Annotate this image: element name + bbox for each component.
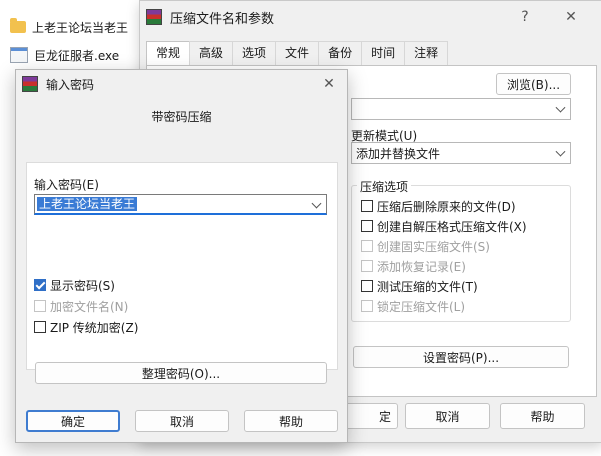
desktop-item-label: 巨龙征服者.exe <box>34 48 120 63</box>
password-input[interactable]: 上老王论坛当老王 <box>34 194 327 215</box>
desktop-item-exe[interactable]: 巨龙征服者.exe <box>10 44 119 66</box>
cancel-button[interactable]: 取消 <box>405 403 490 429</box>
checkbox-label: ZIP 传统加密(Z) <box>50 320 139 335</box>
chevron-down-icon <box>555 146 566 157</box>
exe-file-icon <box>10 47 28 63</box>
update-mode-combo[interactable]: 添加并替换文件 <box>351 142 571 164</box>
checkbox[interactable] <box>34 321 46 333</box>
chevron-down-icon[interactable] <box>311 198 322 209</box>
organize-passwords-button[interactable]: 整理密码(O)... <box>35 362 327 384</box>
show-password-checkbox[interactable]: 显示密码(S) <box>34 276 115 294</box>
ok-button[interactable]: 确定 <box>26 410 120 432</box>
password-value: 上老王论坛当老王 <box>37 197 138 211</box>
tab-advanced[interactable]: 高级 <box>189 41 234 65</box>
tab-comment[interactable]: 注释 <box>404 41 449 65</box>
option-label: 锁定压缩文件(L) <box>377 299 466 314</box>
ok-button[interactable]: 定 <box>342 403 398 429</box>
desktop-item-folder[interactable]: 上老王论坛当老王 <box>10 16 128 38</box>
checkbox-label: 加密文件名(N) <box>50 299 129 314</box>
browse-button[interactable]: 浏览(B)... <box>496 73 571 95</box>
option-label: 测试压缩的文件(T) <box>377 279 478 294</box>
tab-bar: 常规 高级 选项 文件 备份 时间 注释 <box>146 41 449 67</box>
zip-legacy-encryption-checkbox[interactable]: ZIP 传统加密(Z) <box>34 318 138 336</box>
encrypt-filenames-checkbox: 加密文件名(N) <box>34 297 128 315</box>
password-dialog: 输入密码 ✕ 带密码压缩 输入密码(E) 上老王论坛当老王 显示密码(S) 加密… <box>15 69 348 443</box>
chevron-down-icon <box>555 102 566 113</box>
tab-files[interactable]: 文件 <box>275 41 320 65</box>
checkbox <box>361 260 373 272</box>
dialog-title: 输入密码 <box>46 77 95 92</box>
compression-options-label: 压缩选项 <box>357 178 412 195</box>
option-lock-archive: 锁定压缩文件(L) <box>361 297 465 315</box>
tab-time[interactable]: 时间 <box>361 41 406 65</box>
option-delete-after[interactable]: 压缩后删除原来的文件(D) <box>361 197 516 215</box>
option-label: 创建固实压缩文件(S) <box>377 239 490 254</box>
archive-format-combo[interactable] <box>351 98 571 120</box>
update-mode-value: 添加并替换文件 <box>356 146 441 161</box>
close-icon[interactable]: ✕ <box>556 5 586 29</box>
winrar-icon <box>146 9 162 25</box>
tab-general[interactable]: 常规 <box>146 41 191 67</box>
help-icon[interactable]: ? <box>510 5 540 29</box>
option-label: 压缩后删除原来的文件(D) <box>377 199 516 214</box>
checkbox-label: 显示密码(S) <box>50 278 115 293</box>
checkbox[interactable] <box>361 280 373 292</box>
checkbox <box>361 300 373 312</box>
option-recovery-record: 添加恢复记录(E) <box>361 257 466 275</box>
checkbox[interactable] <box>361 200 373 212</box>
checkbox <box>34 300 46 312</box>
folder-icon <box>10 18 26 33</box>
help-button[interactable]: 帮助 <box>500 403 585 429</box>
tab-backup[interactable]: 备份 <box>318 41 363 65</box>
checkbox[interactable] <box>361 220 373 232</box>
password-field-label: 输入密码(E) <box>34 178 99 192</box>
tab-options[interactable]: 选项 <box>232 41 277 65</box>
dialog-heading: 带密码压缩 <box>151 110 212 124</box>
desktop-item-label: 上老王论坛当老王 <box>32 20 129 35</box>
checkbox <box>361 240 373 252</box>
title-bar: 输入密码 ✕ <box>16 70 347 98</box>
option-label: 创建自解压格式压缩文件(X) <box>377 219 527 234</box>
close-icon[interactable]: ✕ <box>314 72 344 96</box>
help-button[interactable]: 帮助 <box>244 410 338 432</box>
checkbox-checked-icon[interactable] <box>34 279 46 291</box>
option-test-archive[interactable]: 测试压缩的文件(T) <box>361 277 478 295</box>
option-create-sfx[interactable]: 创建自解压格式压缩文件(X) <box>361 217 527 235</box>
title-bar: 压缩文件名和参数 ? ✕ <box>140 1 601 33</box>
option-label: 添加恢复记录(E) <box>377 259 466 274</box>
option-solid-archive: 创建固实压缩文件(S) <box>361 237 490 255</box>
dialog-title: 压缩文件名和参数 <box>170 11 275 27</box>
winrar-icon <box>22 76 38 92</box>
cancel-button[interactable]: 取消 <box>135 410 229 432</box>
set-password-button[interactable]: 设置密码(P)... <box>353 346 569 368</box>
